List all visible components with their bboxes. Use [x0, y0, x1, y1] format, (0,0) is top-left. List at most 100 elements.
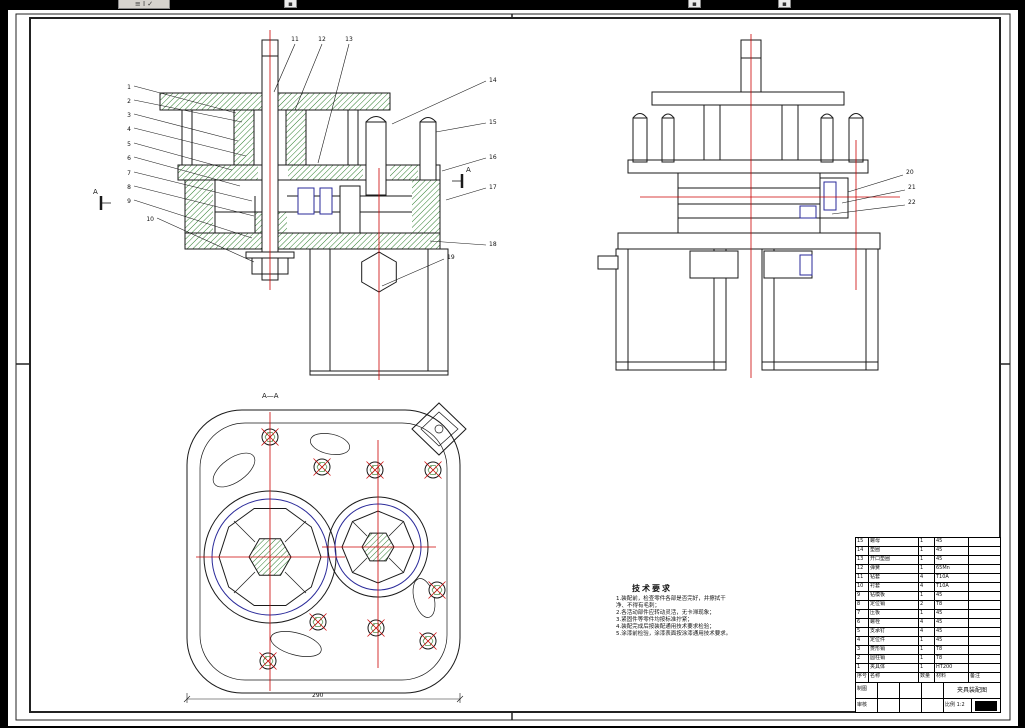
- callout-number: 1: [127, 84, 131, 91]
- bom-cell-material: T10A: [935, 583, 969, 591]
- bom-header-name: 名称: [869, 673, 919, 682]
- parts-list-row: 13 开口垫圈 1 45: [856, 556, 1000, 565]
- bom-cell-no: 3: [856, 646, 869, 654]
- technical-requirement-line: 1.装配前，检查零件各部是否完好，并擦拭干净、不得有毛刺；: [616, 596, 726, 609]
- bom-cell-qty: 4: [919, 574, 935, 582]
- bom-cell-no: 9: [856, 592, 869, 600]
- bom-cell-note: [969, 583, 1000, 591]
- bom-cell-note: [969, 628, 1000, 636]
- bom-cell-qty: 1: [919, 592, 935, 600]
- bom-cell-material: 45: [935, 592, 969, 600]
- cad-application-window: A A A—A 290 1 2 3 4 5 6 7 8 9 10 11 12 1…: [0, 0, 1025, 728]
- bom-cell-qty: 4: [919, 619, 935, 627]
- callout-number: 18: [489, 241, 497, 248]
- side-tab: [597, 255, 619, 270]
- bom-header-note: 备注: [970, 673, 981, 679]
- title-block-signature-grid: 制图 审核: [856, 683, 944, 713]
- technical-requirements-title: 技术要求: [632, 584, 672, 593]
- bom-cell-material: 65Mn: [935, 565, 969, 573]
- callout-number: 13: [345, 36, 353, 43]
- callout-number: 10: [146, 216, 154, 223]
- bom-cell-material: 45: [935, 547, 969, 555]
- title-block-cell: [900, 683, 922, 698]
- parts-list-row: 5 支承钉 4 45: [856, 628, 1000, 637]
- bom-cell-no: 5: [856, 628, 869, 636]
- callout-number: 21: [908, 184, 916, 191]
- title-block: 制图 审核 夹具装配图 比例 1:2: [856, 683, 1000, 713]
- callout-number: 9: [127, 198, 131, 205]
- callout-number: 2: [127, 98, 131, 105]
- toolbar-button-fragment[interactable]: ▪: [688, 0, 701, 8]
- bom-cell-qty: 2: [919, 601, 935, 609]
- technical-requirements-list: 1.装配前，检查零件各部是否完好，并擦拭干净、不得有毛刺； 2.各活动部件应转动…: [616, 596, 736, 638]
- parts-list-row: 7 压板 1 45: [856, 610, 1000, 619]
- title-block-name-area: 夹具装配图 比例 1:2: [944, 683, 1000, 713]
- bom-cell-name: 定位件: [869, 637, 919, 645]
- technical-requirement-line: 5.涂漆前检验，涂漆表面按涂漆通用技术要求。: [616, 631, 732, 637]
- section-letter: A: [466, 166, 471, 174]
- bom-cell-no: 6: [856, 619, 869, 627]
- bom-cell-material: 45: [935, 538, 969, 546]
- toolbar-button-fragment[interactable]: ≡ I ✓: [118, 0, 170, 9]
- parts-list-row: 8 定位销 2 T8: [856, 601, 1000, 610]
- toolbar-icon: ▪: [692, 0, 697, 8]
- bom-header-material: 材料: [935, 673, 969, 682]
- bom-cell-note: [969, 619, 1000, 627]
- callout-number: 8: [127, 184, 131, 191]
- bom-cell-qty: 1: [919, 556, 935, 564]
- bom-cell-no: 12: [856, 565, 869, 573]
- bom-cell-note: [969, 538, 1000, 546]
- title-block-cell: [922, 683, 943, 698]
- bom-cell-material: T8: [935, 646, 969, 654]
- bom-cell-note: [969, 565, 1000, 573]
- parts-list-row: 3 菱形销 1 T8: [856, 646, 1000, 655]
- bom-cell-note: [969, 646, 1000, 654]
- bom-cell-qty: 1: [919, 538, 935, 546]
- parts-list-row: 14 垫圈 1 45: [856, 547, 1000, 556]
- parts-list-row: 10 衬套 4 T10A: [856, 583, 1000, 592]
- callout-number: 12: [318, 36, 326, 43]
- bom-cell-note: [969, 556, 1000, 564]
- bom-cell-no: 13: [856, 556, 869, 564]
- drill-bush-bolt-left: [365, 121, 387, 196]
- bom-cell-note: [969, 601, 1000, 609]
- drawing-title: 夹具装配图: [944, 683, 1000, 699]
- technical-requirements: 技术要求 1.装配前，检查零件各部是否完好，并擦拭干净、不得有毛刺； 2.各活动…: [616, 583, 736, 638]
- scale-cell: 比例 1:2: [944, 699, 972, 713]
- bom-cell-no: 10: [856, 583, 869, 591]
- bom-cell-name: 定位销: [869, 601, 919, 609]
- title-block-cell: [878, 698, 900, 713]
- bom-cell-material: 45: [935, 619, 969, 627]
- parts-list-row: 4 定位件 1 45: [856, 637, 1000, 646]
- toolbar-button-fragment[interactable]: ▪: [778, 0, 791, 8]
- toolbar-button-fragment[interactable]: ▪: [284, 0, 297, 8]
- bom-cell-name: 垫圈: [869, 547, 919, 555]
- bom-cell-name: 开口垫圈: [869, 556, 919, 564]
- bom-cell-note: [969, 547, 1000, 555]
- bom-cell-no: 14: [856, 547, 869, 555]
- bom-cell-material: 45: [935, 628, 969, 636]
- bom-header-qty: 数量: [919, 673, 935, 682]
- bom-cell-note: [969, 655, 1000, 663]
- callout-number: 20: [906, 169, 914, 176]
- bom-cell-name: 夹具体: [869, 664, 919, 672]
- toolbar-icon: ▪: [288, 0, 293, 8]
- bom-cell-name: 螺母: [869, 538, 919, 546]
- bom-cell-no: 4: [856, 637, 869, 645]
- bom-cell-material: 45: [935, 637, 969, 645]
- plan-view-label: A—A: [262, 392, 279, 400]
- title-block-filled-cell: [975, 701, 997, 711]
- bom-cell-name: 弹簧: [869, 565, 919, 573]
- bom-cell-material: T8: [935, 655, 969, 663]
- guide-pillar-right: [347, 109, 359, 166]
- bom-cell-qty: 1: [919, 565, 935, 573]
- bom-cell-name: 衬套: [869, 583, 919, 591]
- technical-requirement-line: 2.各活动部件应转动灵活，无卡滞现象；: [616, 610, 715, 616]
- parts-list-row: 15 螺母 1 45: [856, 538, 1000, 547]
- bom-cell-name: 钻模板: [869, 592, 919, 600]
- bom-cell-note: [969, 610, 1000, 618]
- bom-cell-qty: 4: [919, 583, 935, 591]
- parts-list-header: 序号 名称 数量 材料 备注: [856, 673, 1000, 683]
- bom-cell-qty: 1: [919, 547, 935, 555]
- bom-cell-material: T8: [935, 601, 969, 609]
